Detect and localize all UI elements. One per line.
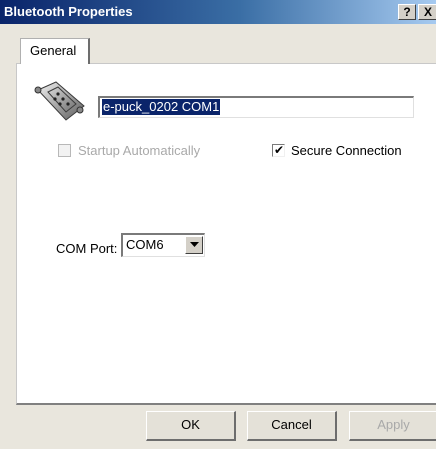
com-port-value: COM6 bbox=[126, 237, 164, 252]
tab-general-label: General bbox=[30, 43, 77, 58]
secure-connection-label: Secure Connection bbox=[291, 143, 402, 158]
help-button[interactable]: ? bbox=[398, 4, 416, 20]
com-port-label: COM Port: bbox=[56, 241, 118, 256]
ok-button[interactable]: OK bbox=[146, 411, 236, 441]
title-bar[interactable]: Bluetooth Properties ? X bbox=[0, 0, 436, 24]
com-port-dropdown-button[interactable] bbox=[185, 236, 203, 254]
check-mark-icon: ✔ bbox=[274, 143, 285, 157]
cancel-button[interactable]: Cancel bbox=[247, 411, 337, 441]
bluetooth-properties-window: Bluetooth Properties ? X General e-puck_… bbox=[0, 0, 436, 449]
tab-general[interactable]: General bbox=[20, 38, 90, 64]
serial-port-icon bbox=[34, 81, 85, 121]
close-button[interactable]: X bbox=[418, 4, 436, 20]
apply-button[interactable]: Apply bbox=[349, 411, 436, 441]
window-title: Bluetooth Properties bbox=[4, 4, 133, 19]
com-port-select[interactable]: COM6 bbox=[121, 233, 205, 257]
startup-automatically-label: Startup Automatically bbox=[78, 143, 201, 158]
device-name-selected-text: e-puck_0202 COM1 bbox=[102, 99, 221, 115]
startup-automatically-checkbox[interactable] bbox=[58, 144, 71, 157]
chevron-down-icon bbox=[190, 242, 199, 247]
secure-connection-checkbox[interactable]: ✔ bbox=[272, 143, 285, 157]
device-name-field[interactable]: e-puck_0202 COM1 bbox=[98, 96, 414, 118]
